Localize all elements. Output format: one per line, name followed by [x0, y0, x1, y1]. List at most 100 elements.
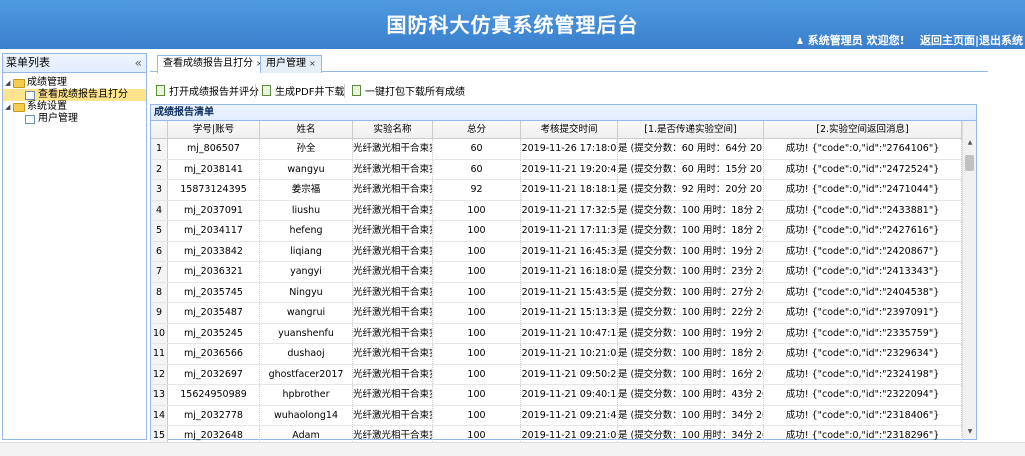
table-row[interactable]: 7mj_2036321yangyi光纤激光相干合束实验1002019-11-21… [151, 262, 962, 283]
header-bar: 国防科大仿真系统管理后台 ♟ 系统管理员 欢迎您! 返回主页面|退出系统 [0, 0, 1025, 49]
table-row[interactable]: 11mj_2036566dushaoj光纤激光相干合束实验1002019-11-… [151, 344, 962, 365]
table-row[interactable]: 12mj_2032697ghostfacer2017光纤激光相干合束实验1002… [151, 364, 962, 385]
table-cell: 15624950989 [168, 385, 260, 405]
table-cell: 光纤激光相干合束实验 [353, 405, 433, 425]
button-label: 打开成绩报告并评分 [169, 87, 259, 98]
table-row[interactable]: 8mj_2035745Ningyu光纤激光相干合束实验1002019-11-21… [151, 282, 962, 303]
table-cell: mj_2035745 [168, 282, 260, 302]
column-header[interactable]: 总分 [433, 121, 521, 138]
tree-node-view-reports[interactable]: 查看成绩报告且打分 [3, 89, 146, 101]
table-cell: 光纤激光相干合束实验 [353, 200, 433, 220]
table-cell: mj_2033842 [168, 241, 260, 261]
table-cell: 100 [433, 323, 521, 343]
generate-pdf-button[interactable]: 生成PDF并下载 [262, 83, 344, 98]
expand-icon[interactable]: ◢ [5, 77, 13, 89]
table-cell: mj_2038141 [168, 159, 260, 179]
table-cell: 是 (提交分数：100 用时：43分 2019-11-2 [618, 385, 764, 405]
tree-node-user-management[interactable]: 用户管理 [3, 113, 146, 125]
table-cell: 光纤激光相干合束实验 [353, 139, 433, 159]
table-row[interactable]: 6mj_2033842liqiang光纤激光相干合束实验1002019-11-2… [151, 241, 962, 262]
table-cell: 是 (提交分数：60 用时：15分 2019-11-21 [618, 159, 764, 179]
expand-icon[interactable]: ◢ [5, 101, 13, 113]
table-cell: yuanshenfu [260, 323, 353, 343]
table-row[interactable]: 10mj_2035245yuanshenfu光纤激光相干合束实验1002019-… [151, 323, 962, 344]
button-label: 生成PDF并下载 [275, 87, 345, 98]
grid-header: 学号|账号 姓名 实验名称 总分 考核提交时间 [1.是否传递实验空间] [2.… [151, 121, 962, 139]
table-cell: 是 (提交分数：100 用时：22分 2019-11-2 [618, 303, 764, 323]
panel-title: 成绩报告清单 [151, 105, 976, 121]
vertical-scrollbar[interactable]: ▲ ▼ [962, 121, 976, 439]
row-number: 14 [151, 405, 168, 425]
row-number: 4 [151, 200, 168, 220]
tab-user-management[interactable]: 用户管理 × [260, 55, 322, 73]
table-cell: mj_2032778 [168, 405, 260, 425]
column-header[interactable]: 学号|账号 [168, 121, 260, 138]
table-cell: mj_2032697 [168, 364, 260, 384]
row-number: 9 [151, 303, 168, 323]
column-header[interactable]: [1.是否传递实验空间] [618, 121, 764, 138]
tab-strip: 查看成绩报告且打分× 用户管理× [150, 53, 988, 73]
table-cell: 2019-11-21 09:21:4 [521, 405, 618, 425]
table-cell: 是 (提交分数：100 用时：18分 2019-11-2 [618, 221, 764, 241]
table-cell: 100 [433, 282, 521, 302]
user-bar: ♟ 系统管理员 欢迎您! 返回主页面|退出系统 [796, 32, 1023, 48]
table-cell: 100 [433, 364, 521, 384]
table-row[interactable]: 14mj_2032778wuhaolong14光纤激光相干合束实验1002019… [151, 405, 962, 426]
tab-view-reports[interactable]: 查看成绩报告且打分× [157, 55, 269, 73]
table-cell: 光纤激光相干合束实验 [353, 385, 433, 405]
menu-tree: ◢ 成绩管理 查看成绩报告且打分 ◢ 系统设置 用户管理 [3, 73, 146, 125]
grade-report-panel: 成绩报告清单 学号|账号 姓名 实验名称 总分 考核提交时间 [1.是否传递实验… [150, 104, 977, 447]
table-cell: mj_2036321 [168, 262, 260, 282]
report-grid: 学号|账号 姓名 实验名称 总分 考核提交时间 [1.是否传递实验空间] [2.… [151, 121, 962, 447]
sidebar-header: 菜单列表 « [3, 54, 146, 73]
column-header[interactable]: 实验名称 [353, 121, 433, 138]
sidebar-title: 菜单列表 [6, 56, 50, 69]
table-cell: yangyi [260, 262, 353, 282]
table-cell: 2019-11-21 15:43:5 [521, 282, 618, 302]
table-cell: mj_2034117 [168, 221, 260, 241]
scroll-thumb[interactable] [965, 155, 974, 171]
table-row[interactable]: 1315624950989hpbrother光纤激光相干合束实验1002019-… [151, 385, 962, 406]
logout-link[interactable]: 退出系统 [979, 34, 1023, 47]
table-cell: 成功! {"code":0,"id":"2324198"} [764, 364, 962, 384]
table-cell: 成功! {"code":0,"id":"2471044"} [764, 180, 962, 200]
table-cell: mj_806507 [168, 139, 260, 159]
table-cell: 是 (提交分数：92 用时：20分 2019-11-21 [618, 180, 764, 200]
table-cell: mj_2035245 [168, 323, 260, 343]
scroll-down-icon[interactable]: ▼ [963, 428, 977, 437]
table-row[interactable]: 1mj_806507孙全光纤激光相干合束实验602019-11-26 17:18… [151, 139, 962, 160]
table-row[interactable]: 315873124395姜宗福光纤激光相干合束实验922019-11-21 18… [151, 180, 962, 201]
table-cell: 成功! {"code":0,"id":"2433881"} [764, 200, 962, 220]
table-cell: 是 (提交分数：100 用时：18分 2019-11-2 [618, 200, 764, 220]
table-cell: 100 [433, 385, 521, 405]
table-cell: liqiang [260, 241, 353, 261]
pack-all-button[interactable]: 一键打包下载所有成绩 [352, 83, 465, 98]
table-row[interactable]: 2mj_2038141wangyu光纤激光相干合束实验602019-11-21 … [151, 159, 962, 180]
table-cell: 成功! {"code":0,"id":"2397091"} [764, 303, 962, 323]
document-icon [156, 85, 165, 96]
tree-node-label: 用户管理 [38, 113, 78, 124]
welcome-text: 系统管理员 欢迎您! [807, 34, 905, 47]
table-row[interactable]: 5mj_2034117hefeng光纤激光相干合束实验1002019-11-21… [151, 221, 962, 242]
tree-node-label: 查看成绩报告且打分 [38, 89, 128, 100]
scroll-up-icon[interactable]: ▲ [963, 139, 977, 148]
column-header[interactable]: [2.实验空间返回消息] [764, 121, 962, 138]
column-header[interactable]: 考核提交时间 [521, 121, 618, 138]
table-cell: 光纤激光相干合束实验 [353, 282, 433, 302]
table-cell: 100 [433, 241, 521, 261]
table-cell: 是 (提交分数：100 用时：19分 2019-11-2 [618, 323, 764, 343]
open-report-button[interactable]: 打开成绩报告并评分 [156, 83, 259, 98]
table-cell: 15873124395 [168, 180, 260, 200]
collapse-icon[interactable]: « [135, 54, 142, 72]
table-row[interactable]: 4mj_2037091liushu光纤激光相干合束实验1002019-11-21… [151, 200, 962, 221]
column-header[interactable]: 姓名 [260, 121, 353, 138]
table-cell: 100 [433, 221, 521, 241]
home-link[interactable]: 返回主页面 [920, 34, 975, 47]
table-cell: 成功! {"code":0,"id":"2318406"} [764, 405, 962, 425]
tree-node-grade-management[interactable]: ◢ 成绩管理 [3, 77, 146, 89]
close-icon[interactable]: × [309, 59, 316, 68]
table-row[interactable]: 9mj_2035487wangrui光纤激光相干合束实验1002019-11-2… [151, 303, 962, 324]
tree-node-system-settings[interactable]: ◢ 系统设置 [3, 101, 146, 113]
table-cell: 是 (提交分数：100 用时：19分 2019-11-2 [618, 241, 764, 261]
row-number: 1 [151, 139, 168, 159]
